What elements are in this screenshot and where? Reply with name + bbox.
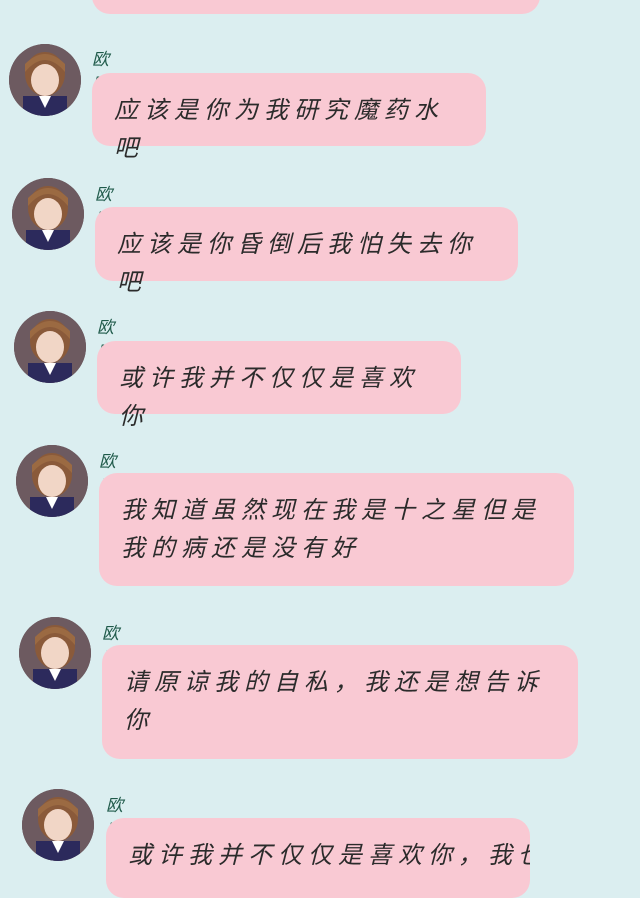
message-bubble[interactable]: 请原谅我的自私，我还是想告诉你: [102, 645, 578, 759]
avatar[interactable]: [22, 789, 94, 861]
message-bubble[interactable]: 我知道虽然现在我是十之星但是我的病还是没有好: [99, 473, 574, 586]
avatar[interactable]: [9, 44, 81, 116]
message-bubble-partial-top: [92, 0, 540, 14]
message-bubble[interactable]: 应该是你昏倒后我怕失去你吧: [95, 207, 518, 296]
message-bubble[interactable]: 应该是你为我研究魔药水吧: [92, 73, 486, 162]
message-bubble[interactable]: 或许我并不仅仅是喜欢你，我也爱你: [106, 818, 530, 898]
avatar[interactable]: [19, 617, 91, 689]
avatar[interactable]: [12, 178, 84, 250]
avatar[interactable]: [14, 311, 86, 383]
avatar[interactable]: [16, 445, 88, 517]
chat-view[interactable]: 欧趴 应该是你为我研究魔药水吧 欧趴 应该是你昏倒后我怕失去你吧: [0, 0, 640, 898]
message-bubble[interactable]: 或许我并不仅仅是喜欢你: [97, 341, 461, 430]
